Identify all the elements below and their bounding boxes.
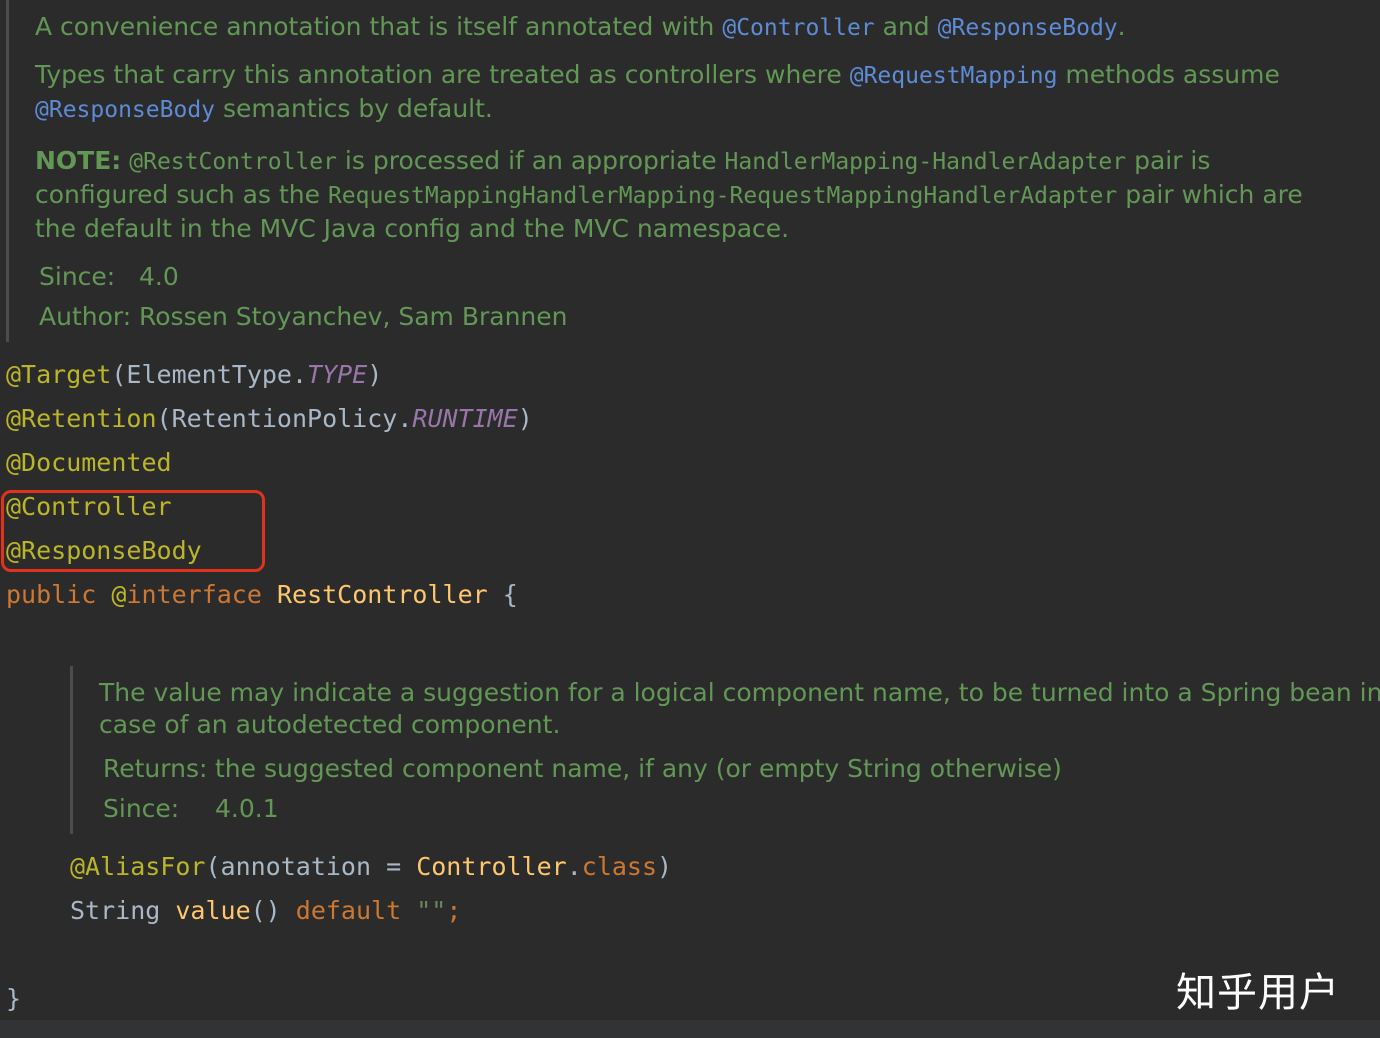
controller-link[interactable]: @Controller (722, 15, 874, 41)
watermark-text: 知乎用户 (1176, 970, 1340, 1016)
doc-line: @ResponseBody semantics by default. (35, 94, 493, 123)
doc-line: The value may indicate a suggestion for … (99, 678, 1380, 707)
note-label: NOTE: (35, 146, 122, 175)
response-body-link[interactable]: @ResponseBody (35, 97, 215, 123)
since-row: Since: 4.0.1 (103, 794, 279, 823)
doc-line: case of an autodetected component. (99, 710, 561, 739)
request-mapping-link[interactable]: @RequestMapping (850, 63, 1058, 89)
doc-line: the default in the MVC Java config and t… (35, 214, 790, 243)
code-line-alias-for[interactable]: @AliasFor(annotation = Controller.class) (70, 845, 672, 889)
returns-row: Returns: the suggested component name, if… (103, 754, 1062, 783)
code-line-retention[interactable]: @Retention(RetentionPolicy.RUNTIME) (6, 397, 533, 441)
doc-line: Types that carry this annotation are tre… (35, 60, 1280, 89)
author-row: Author: Rossen Stoyanchev, Sam Brannen (39, 302, 568, 331)
since-row: Since: 4.0 (39, 262, 179, 291)
doc-line: configured such as the RequestMappingHan… (35, 180, 1303, 209)
doc-line: A convenience annotation that is itself … (35, 12, 1126, 41)
class-javadoc-block: A convenience annotation that is itself … (6, 0, 1369, 342)
code-line-value-method[interactable]: String value() default ""; (70, 889, 461, 933)
highlight-box (1, 490, 265, 572)
code-line-documented[interactable]: @Documented (6, 441, 172, 485)
method-javadoc-block: The value may indicate a suggestion for … (70, 666, 1380, 834)
response-body-link[interactable]: @ResponseBody (938, 15, 1118, 41)
horizontal-scrollbar[interactable] (0, 1020, 1380, 1038)
code-line-declaration[interactable]: public @interface RestController { (6, 573, 518, 617)
doc-line: NOTE: @RestController is processed if an… (35, 146, 1211, 175)
code-line-target[interactable]: @Target(ElementType.TYPE) (6, 353, 382, 397)
code-line-close-brace[interactable]: } (6, 977, 21, 1021)
